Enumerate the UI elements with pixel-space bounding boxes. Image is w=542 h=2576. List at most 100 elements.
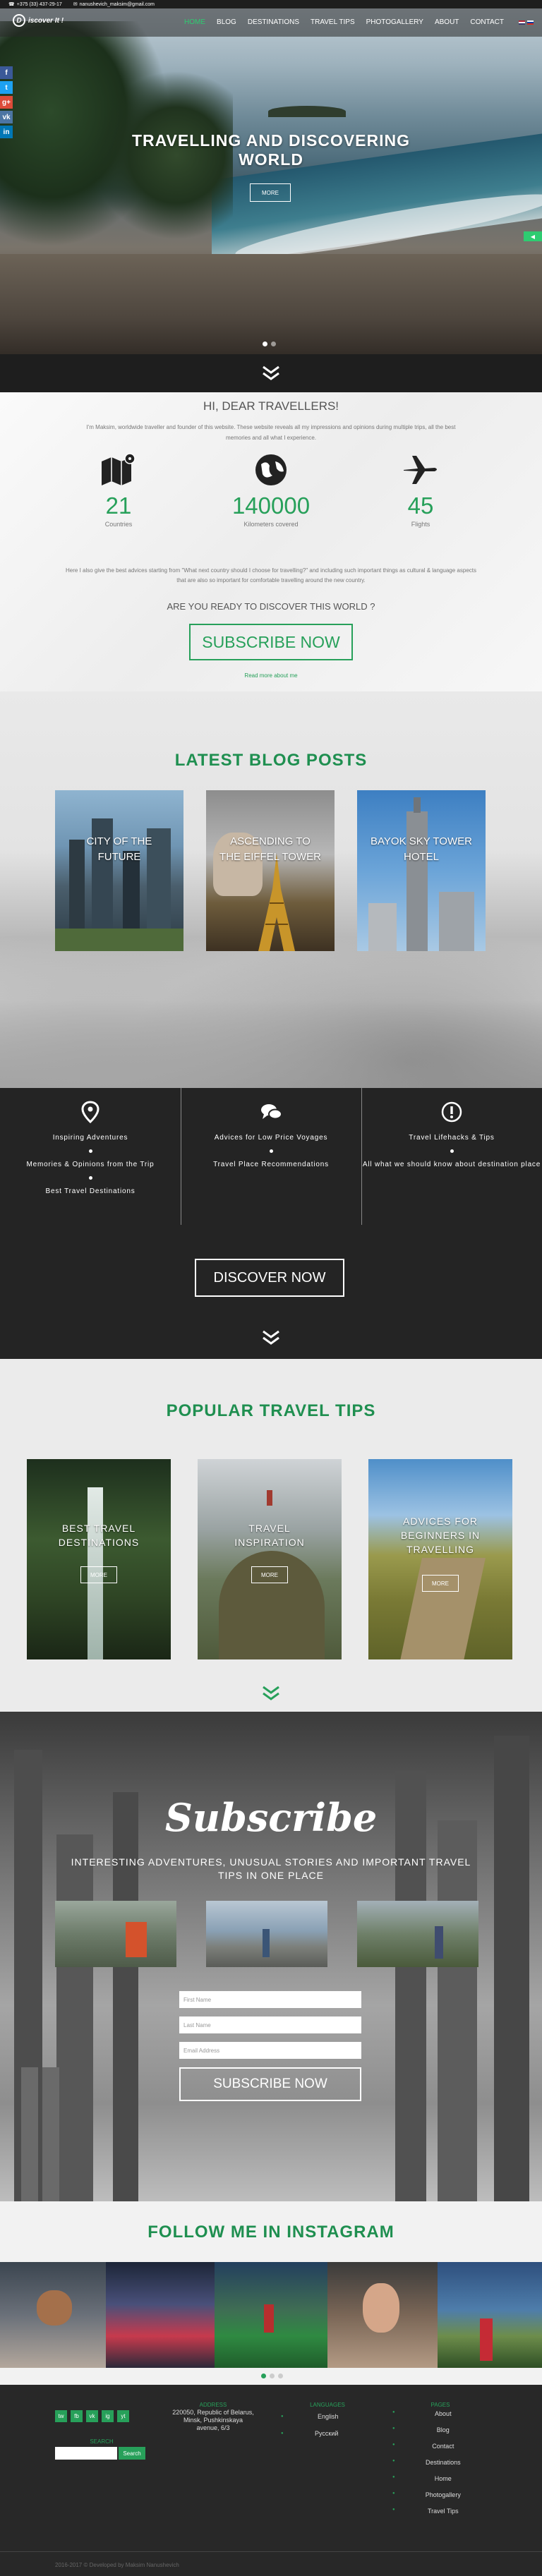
footer-link-travel-tips[interactable]: Travel Tips <box>395 2508 491 2521</box>
double-chevron-down-icon[interactable] <box>261 1329 281 1346</box>
site-logo[interactable]: D iscover It ! <box>13 14 64 27</box>
tower-spire <box>414 797 421 813</box>
instagram-photo[interactable] <box>106 2262 215 2368</box>
tip-more-button[interactable]: MORE <box>80 1566 117 1583</box>
feature-item: All what we should know about destinatio… <box>362 1161 541 1168</box>
instagram-photo[interactable] <box>215 2262 327 2368</box>
facebook-icon[interactable]: fb <box>71 2410 83 2422</box>
footer-link-photogallery[interactable]: Photogallery <box>395 2491 491 2505</box>
person <box>435 1926 443 1959</box>
nav-contact[interactable]: Contact <box>464 18 510 26</box>
footer-link-home[interactable]: Home <box>395 2475 491 2489</box>
twitter-icon[interactable]: t <box>0 81 13 94</box>
subscribe-section: Subscribe INTERESTING ADVENTURES, UNUSUA… <box>0 1712 542 2201</box>
youtube-icon[interactable]: yt <box>117 2410 129 2422</box>
building <box>368 903 397 951</box>
hero-more-button[interactable]: MORE <box>250 183 291 202</box>
stat-label: Countries <box>104 521 133 528</box>
language-english-link[interactable]: English <box>318 2413 339 2420</box>
hero-side-tab[interactable]: ◀ <box>524 231 542 241</box>
subscribe-photo-garden <box>357 1901 478 1967</box>
vk-icon[interactable]: vk <box>0 111 13 123</box>
stat-label: Kilometers covered <box>243 521 299 528</box>
feature-item: Inspiring Adventures <box>52 1134 128 1142</box>
slider-dot[interactable] <box>270 2374 275 2378</box>
feature-column: Travel Lifehacks & Tips All what we shou… <box>361 1088 542 1225</box>
card-title: THE EIFFEL TOWER <box>219 851 321 863</box>
vk-icon[interactable]: vk <box>86 2410 98 2422</box>
phone-contact: ☎ +375 (33) 437-29-17 <box>8 1 62 8</box>
cactus-pot <box>37 2290 72 2326</box>
tip-card-inspiration[interactable]: TRAVEL INSPIRATION MORE <box>198 1459 342 1659</box>
blog-card-city-future[interactable]: CITY OF THE FUTURE <box>55 790 183 951</box>
instagram-title: FOLLOW ME IN INSTAGRAM <box>147 2223 395 2242</box>
facebook-icon[interactable]: f <box>0 66 13 79</box>
slider-dot[interactable] <box>261 2374 266 2378</box>
subscribe-now-button[interactable]: SUBSCRIBE NOW <box>189 624 353 660</box>
flowers <box>480 2318 493 2361</box>
nav-destinations[interactable]: Destinations <box>242 18 305 26</box>
search-input[interactable] <box>55 2447 117 2460</box>
slider-dot[interactable] <box>271 341 276 346</box>
petronas-tower <box>42 2067 59 2201</box>
tip-card-destinations[interactable]: BEST TRAVEL DESTINATIONS MORE <box>27 1459 171 1659</box>
tip-card-beginners[interactable]: ADVICES FOR BEGINNERS IN TRAVELLING MORE <box>368 1459 512 1659</box>
search-label: SEARCH <box>90 2438 114 2445</box>
instagram-dots <box>261 2374 283 2378</box>
phone-icon: ☎ <box>8 2 15 7</box>
instagram-photo[interactable] <box>438 2262 542 2368</box>
copyright-text: 2016-2017 © Developed by Maksim Nanushev… <box>55 2562 179 2568</box>
logo-circle: D <box>13 14 25 27</box>
tip-more-button[interactable]: MORE <box>251 1566 288 1583</box>
read-more-link[interactable]: Read more about me <box>0 672 542 679</box>
twitter-icon[interactable]: tw <box>55 2410 67 2422</box>
tip-title: BEGINNERS IN <box>400 1530 481 1541</box>
discover-now-button[interactable]: DISCOVER NOW <box>195 1259 344 1297</box>
mail-icon: ✉ <box>73 2 78 7</box>
globe-icon <box>255 454 287 485</box>
scroll-down-band <box>0 354 542 392</box>
bullet-dot <box>88 1176 92 1180</box>
footer-link-contact[interactable]: Contact <box>395 2443 491 2456</box>
search-button[interactable]: Search <box>119 2447 145 2460</box>
google-plus-icon[interactable]: g+ <box>0 96 13 109</box>
instagram-icon[interactable]: ig <box>102 2410 114 2422</box>
subscribe-submit-button[interactable]: SUBSCRIBE NOW <box>179 2067 361 2101</box>
nav-blog[interactable]: Blog <box>211 18 242 26</box>
feature-item: Travel Lifehacks & Tips <box>409 1134 495 1142</box>
stat-label: Flights <box>411 521 430 528</box>
blog-card-eiffel-tower[interactable]: ASCENDING TO THE EIFFEL TOWER <box>206 790 335 951</box>
flag-ru-icon[interactable] <box>527 20 534 25</box>
language-russian-link[interactable]: Русский <box>315 2430 338 2437</box>
tip-more-button[interactable]: MORE <box>422 1575 459 1592</box>
blog-card-bayok-tower[interactable]: BAYOK SKY TOWER HOTEL <box>357 790 486 951</box>
nav-travel-tips[interactable]: Travel tips <box>305 18 361 26</box>
about-intro-section: HI, DEAR TRAVELLERS! I'm Maksim, worldwi… <box>0 392 542 691</box>
instagram-photo[interactable] <box>327 2262 438 2368</box>
intro-text-2: Here I also give the best advices starti… <box>66 567 476 583</box>
last-name-input[interactable]: Last Name <box>179 2016 361 2033</box>
slider-dot[interactable] <box>278 2374 283 2378</box>
copyright-bar: 2016-2017 © Developed by Maksim Nanushev… <box>0 2551 542 2576</box>
slider-dot[interactable] <box>263 341 267 346</box>
footer-link-destinations[interactable]: Destinations <box>395 2459 491 2472</box>
nav-home[interactable]: Home <box>179 18 211 26</box>
footer-link-blog[interactable]: Blog <box>395 2426 491 2440</box>
double-chevron-down-icon[interactable] <box>261 365 281 382</box>
map-pin-icon <box>81 1101 100 1123</box>
nav-about[interactable]: About <box>429 18 464 26</box>
stat-kilometers: 140000 Kilometers covered <box>222 452 320 528</box>
flag-en-icon[interactable] <box>519 20 525 25</box>
footer-social-icons: tw fb vk ig yt <box>55 2410 129 2422</box>
first-name-input[interactable]: First Name <box>179 1991 361 2008</box>
hero-section: TRAVELLING AND DISCOVERING WORLD MORE ◀ <box>0 0 542 354</box>
email-input[interactable]: Email Address <box>179 2042 361 2059</box>
feature-item: Best Travel Destinations <box>45 1187 136 1195</box>
linkedin-icon[interactable]: in <box>0 126 13 138</box>
hero-beach <box>0 254 542 354</box>
footer-link-about[interactable]: About <box>395 2410 491 2424</box>
nav-photogallery[interactable]: Photogallery <box>361 18 429 26</box>
double-chevron-down-icon[interactable] <box>261 1685 281 1702</box>
instagram-photo[interactable] <box>0 2262 106 2368</box>
subtitle-line: TIPS IN ONE PLACE <box>217 1870 325 1881</box>
